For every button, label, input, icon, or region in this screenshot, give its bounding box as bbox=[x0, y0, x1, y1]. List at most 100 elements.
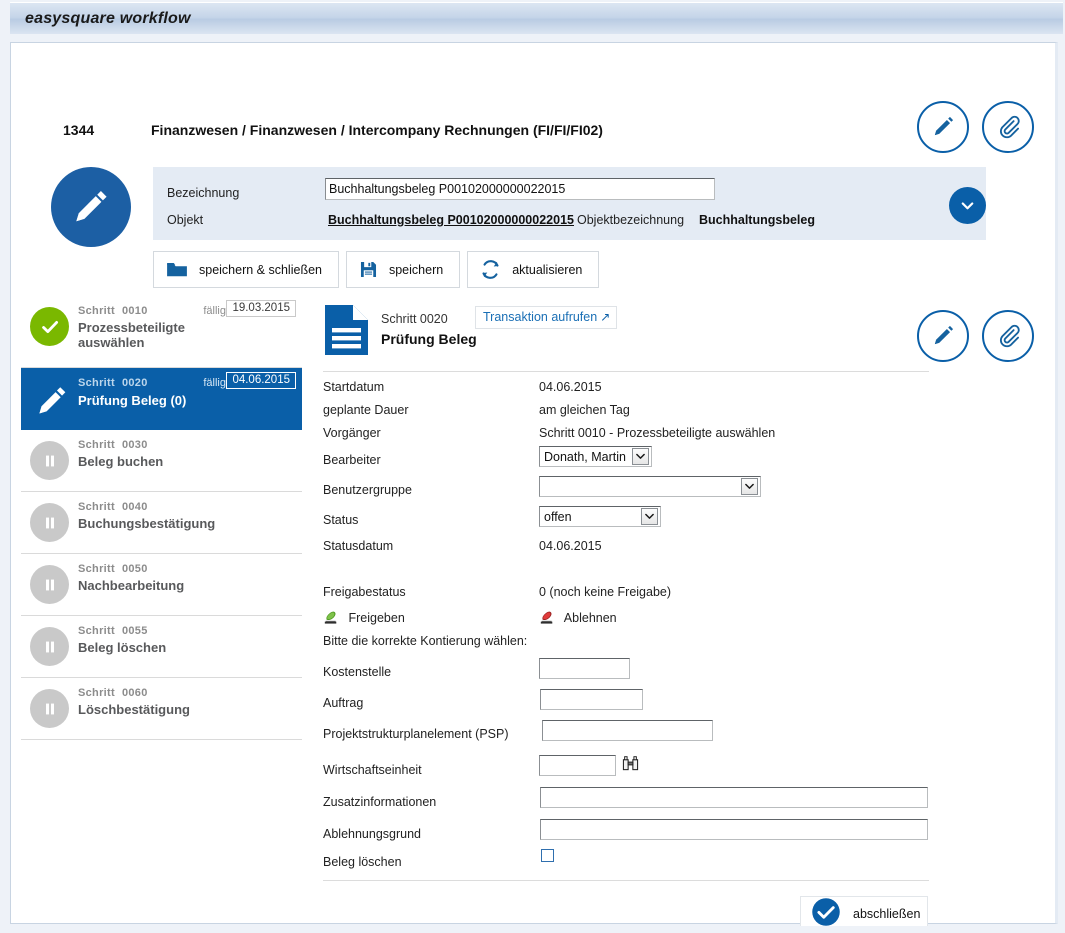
objekt-link[interactable]: Buchhaltungsbeleg P00102000000022015 bbox=[328, 213, 574, 227]
detail-divider-bottom bbox=[323, 880, 929, 881]
benutzergruppe-select[interactable] bbox=[539, 476, 761, 497]
call-transaction-label: Transaktion aufrufen bbox=[483, 310, 597, 324]
vorgaenger-value: Schritt 0010 - Prozessbeteiligte auswähl… bbox=[539, 426, 775, 440]
titlebar-left-cap bbox=[0, 2, 10, 34]
pen-icon bbox=[34, 383, 70, 419]
bezeichnung-input[interactable] bbox=[325, 178, 715, 200]
chevron-down-icon bbox=[958, 196, 977, 215]
startdatum-label: Startdatum bbox=[323, 380, 384, 394]
step-name: Prüfung Beleg (0) bbox=[78, 393, 243, 408]
step-due-date: 19.03.2015 bbox=[226, 300, 296, 317]
step-due-label: fällig bbox=[203, 305, 226, 317]
finish-label: abschließen bbox=[853, 907, 920, 921]
step-list-item-0050[interactable]: Schritt0050 Nachbearbeitung bbox=[21, 554, 302, 616]
step-number: Schritt0050 bbox=[78, 563, 148, 575]
step-name: Buchungsbestätigung bbox=[78, 516, 243, 531]
refresh-button[interactable]: aktualisieren bbox=[467, 251, 599, 288]
save-button[interactable]: speichern bbox=[346, 251, 460, 288]
step-list-item-0040[interactable]: Schritt0040 Buchungsbestätigung bbox=[21, 492, 302, 554]
action-toolbar: speichern & schließen speichern bbox=[153, 251, 606, 288]
pencil-icon bbox=[930, 323, 956, 349]
step-list-item-0055[interactable]: Schritt0055 Beleg löschen bbox=[21, 616, 302, 678]
chevron-down-icon bbox=[632, 448, 649, 465]
kostenstelle-label: Kostenstelle bbox=[323, 665, 391, 679]
status-select[interactable]: offen bbox=[539, 506, 661, 527]
call-transaction-link[interactable]: Transaktion aufrufen↗ bbox=[475, 306, 617, 329]
pause-icon bbox=[40, 451, 60, 471]
objektbezeichnung-label: Objektbezeichnung bbox=[577, 213, 684, 227]
process-id: 1344 bbox=[63, 122, 94, 138]
check-icon bbox=[39, 316, 61, 338]
psp-input[interactable] bbox=[542, 720, 713, 741]
save-label: speichern bbox=[389, 263, 443, 277]
green-stamp-icon bbox=[323, 610, 339, 628]
pause-icon bbox=[40, 575, 60, 595]
pen-icon bbox=[69, 185, 113, 229]
binoculars-search-icon[interactable] bbox=[622, 755, 639, 777]
benutzergruppe-label: Benutzergruppe bbox=[323, 483, 412, 497]
paperclip-icon bbox=[995, 323, 1021, 349]
dauer-value: am gleichen Tag bbox=[539, 403, 630, 417]
auftrag-label: Auftrag bbox=[323, 696, 363, 710]
detail-step-number: Schritt 0020 bbox=[381, 312, 448, 326]
step-list-item-0030[interactable]: Schritt0030 Beleg buchen bbox=[21, 430, 302, 492]
vorgaenger-label: Vorgänger bbox=[323, 426, 381, 440]
step-status-pending bbox=[30, 627, 69, 666]
external-link-arrow-icon: ↗ bbox=[600, 310, 610, 324]
beleg-loeschen-label: Beleg löschen bbox=[323, 855, 402, 869]
step-status-pending bbox=[30, 503, 69, 542]
folder-icon bbox=[166, 261, 188, 279]
dauer-label: geplante Dauer bbox=[323, 403, 408, 417]
pause-icon bbox=[40, 637, 60, 657]
step-status-active bbox=[32, 381, 71, 420]
step-number: Schritt0010 bbox=[78, 305, 148, 317]
ablehnungsgrund-label: Ablehnungsgrund bbox=[323, 827, 421, 841]
red-stamp-icon bbox=[539, 610, 555, 628]
wirtschaftseinheit-input[interactable] bbox=[539, 755, 616, 776]
ablehnen-action[interactable]: Ablehnen bbox=[539, 610, 617, 628]
header-edit-button[interactable] bbox=[917, 101, 969, 153]
startdatum-value: 04.06.2015 bbox=[539, 380, 602, 394]
floppy-disk-icon bbox=[359, 260, 378, 279]
step-status-pending bbox=[30, 689, 69, 728]
header-attachment-button[interactable] bbox=[982, 101, 1034, 153]
detail-divider-top bbox=[323, 371, 929, 372]
save-and-close-label: speichern & schließen bbox=[199, 263, 322, 277]
freigeben-action[interactable]: Freigeben bbox=[323, 610, 405, 628]
kontierung-hint: Bitte die korrekte Kontierung wählen: bbox=[323, 634, 527, 648]
wirtschaftseinheit-label: Wirtschaftseinheit bbox=[323, 763, 422, 777]
freigabestatus-value: 0 (noch keine Freigabe) bbox=[539, 585, 671, 599]
step-list: Schritt0010 Prozessbeteiligte auswählen … bbox=[21, 296, 302, 740]
statusdatum-value: 04.06.2015 bbox=[539, 539, 602, 553]
step-list-item-0020[interactable]: Schritt0020 Prüfung Beleg (0) fällig 04.… bbox=[21, 368, 302, 430]
objektbezeichnung-value: Buchhaltungsbeleg bbox=[699, 213, 815, 227]
bezeichnung-label: Bezeichnung bbox=[167, 186, 239, 200]
step-number: Schritt0060 bbox=[78, 687, 148, 699]
detail-edit-button[interactable] bbox=[917, 310, 969, 362]
step-due-date: 04.06.2015 bbox=[226, 372, 296, 389]
object-info-box: Bezeichnung Objekt Buchhaltungsbeleg P00… bbox=[153, 167, 986, 240]
step-list-item-0060[interactable]: Schritt0060 Löschbestätigung bbox=[21, 678, 302, 740]
bearbeiter-select[interactable]: Donath, Martin bbox=[539, 446, 652, 467]
expand-details-button[interactable] bbox=[949, 187, 986, 224]
chevron-down-icon bbox=[641, 508, 658, 525]
pause-icon bbox=[40, 699, 60, 719]
main-panel: 1344 Finanzwesen / Finanzwesen / Interco… bbox=[10, 42, 1058, 924]
ablehnungsgrund-input[interactable] bbox=[540, 819, 928, 840]
kostenstelle-input[interactable] bbox=[539, 658, 630, 679]
ablehnen-label: Ablehnen bbox=[564, 611, 617, 625]
document-icon bbox=[323, 303, 370, 362]
freigeben-label: Freigeben bbox=[348, 611, 404, 625]
zusatzinformationen-input[interactable] bbox=[540, 787, 928, 808]
detail-attachment-button[interactable] bbox=[982, 310, 1034, 362]
freigabestatus-label: Freigabestatus bbox=[323, 585, 406, 599]
auftrag-input[interactable] bbox=[540, 689, 643, 710]
beleg-loeschen-checkbox[interactable] bbox=[541, 849, 554, 862]
step-status-pending bbox=[30, 565, 69, 604]
save-and-close-button[interactable]: speichern & schließen bbox=[153, 251, 339, 288]
refresh-icon bbox=[480, 259, 501, 280]
step-list-item-0010[interactable]: Schritt0010 Prozessbeteiligte auswählen … bbox=[21, 296, 302, 368]
step-number: Schritt0055 bbox=[78, 625, 148, 637]
step-name: Prozessbeteiligte auswählen bbox=[78, 320, 243, 350]
application-window: easysquare workflow 1344 Finanzwesen / F… bbox=[0, 0, 1065, 933]
